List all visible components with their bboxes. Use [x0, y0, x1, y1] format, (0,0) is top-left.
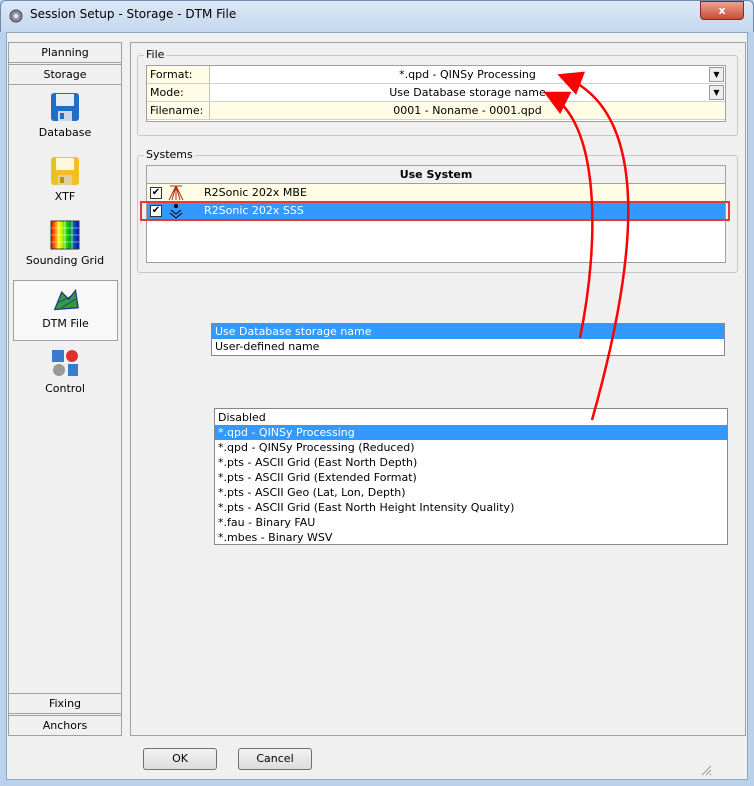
arrow-mode	[543, 91, 594, 339]
resize-grip-icon[interactable]	[700, 764, 712, 776]
cancel-button[interactable]: Cancel	[238, 748, 312, 770]
ok-button[interactable]: OK	[143, 748, 217, 770]
annotation-arrows	[543, 71, 630, 421]
arrow-format	[557, 71, 630, 421]
